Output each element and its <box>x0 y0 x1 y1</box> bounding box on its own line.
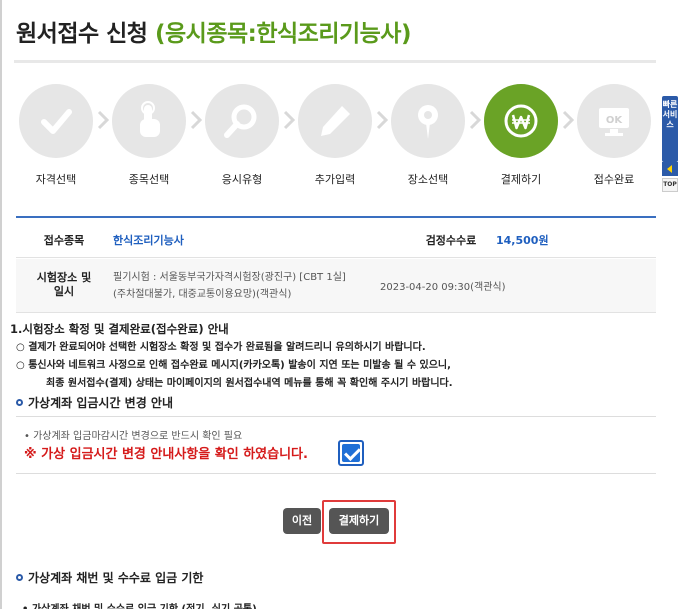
page-title-main: 원서접수 신청 <box>16 21 148 47</box>
notice-box: • 가상계좌 입금마감시간 변경으로 반드시 확인 필요 ※ 가상 입금시간 변… <box>16 416 656 474</box>
section-3-cut-line: • 가상계좌 채번 및 수수료 입금 기한 (전기, 실기 공통) <box>22 600 257 609</box>
place-label: 시험장소 및 일시 <box>30 271 98 299</box>
step-3: 응시유형 <box>202 84 282 187</box>
exam-datetime: 2023-04-20 09:30(객관식) <box>380 282 506 293</box>
chevron-left-icon[interactable] <box>662 162 678 176</box>
section-3-title: 가상계좌 채번 및 수수료 입금 기한 <box>28 571 204 585</box>
place-value-line-2: (주차절대불가, 대중교통이용요망)(객관식) <box>113 289 292 300</box>
section-2-heading: 가상계좌 입금시간 변경 안내 <box>16 394 173 411</box>
section-1-line-1: ○ 결제가 완료되어야 선택한 시험장소 확정 및 접수가 완료됨을 알려드리니… <box>16 342 426 353</box>
bullet-circle-icon <box>16 574 23 581</box>
page-title-subject: (응시종목:한식조리기능사) <box>154 21 411 47</box>
step-arrow-icon <box>562 110 575 130</box>
step-arrow-icon <box>190 110 203 130</box>
check-icon <box>41 109 72 134</box>
step-4-label: 추가입력 <box>314 173 356 186</box>
step-3-label: 응시유형 <box>221 173 263 186</box>
step-6: 결제하기 <box>481 84 561 187</box>
pay-button[interactable]: 결제하기 <box>329 508 389 534</box>
section-3-heading: 가상계좌 채번 및 수수료 입금 기한 <box>16 569 203 586</box>
step-7-label: 접수완료 <box>593 173 635 186</box>
page-frame: 원서접수 신청 (응시종목:한식조리기능사) 자격선택 종목선택 응시유형 추가… <box>0 0 700 609</box>
section-1-title: 1.시험장소 확정 및 결제완료(접수완료) 안내 <box>10 322 229 336</box>
step-arrow-icon <box>469 110 482 130</box>
step-6-label: 결제하기 <box>500 173 542 186</box>
location-pin-icon <box>418 105 438 139</box>
step-2-circle <box>112 84 186 158</box>
subject-value: 한식조리기능사 <box>113 234 184 247</box>
place-label-line-1: 시험장소 및 <box>36 271 92 284</box>
svg-text:OK: OK <box>606 115 624 126</box>
step-4-circle <box>298 84 372 158</box>
quick-service-tab[interactable]: 빠른서비스 <box>662 96 678 162</box>
place-label-line-2: 일시 <box>53 285 75 298</box>
won-coin-icon <box>504 104 538 138</box>
step-4: 추가입력 <box>295 84 375 187</box>
step-5: 장소선택 <box>388 84 468 187</box>
step-3-circle <box>205 84 279 158</box>
place-value: 필기시험 : 서울동부국가자격시험장(광진구) [CBT 1실] (주차절대불가… <box>113 269 346 303</box>
ok-monitor-icon: OK <box>599 108 629 136</box>
step-arrow-icon <box>283 110 296 130</box>
subject-label: 접수종목 <box>43 234 85 247</box>
section-1-line-2: ○ 통신사와 네트워크 사정으로 인해 접수완료 메시지(카카오톡) 발송이 지… <box>16 360 451 371</box>
pencil-icon <box>321 106 350 136</box>
notice-text: • 가상계좌 입금마감시간 변경으로 반드시 확인 필요 <box>24 431 243 442</box>
bullet-circle-icon <box>16 399 23 406</box>
section-2-title: 가상계좌 입금시간 변경 안내 <box>28 396 174 410</box>
step-7: OK 접수완료 <box>574 84 654 187</box>
section-1-line-3: 최종 원서접수(결제) 상태는 마이페이지의 원서접수내역 메뉴를 통해 꼭 확… <box>46 378 453 389</box>
step-1-label: 자격선택 <box>35 173 77 186</box>
scroll-top-button[interactable]: TOP <box>662 178 678 192</box>
step-6-circle <box>484 84 558 158</box>
step-arrow-icon <box>376 110 389 130</box>
quick-service-label: 빠른서비스 <box>662 100 678 129</box>
fee-label: 검정수수료 <box>425 234 477 247</box>
title-divider <box>14 60 656 63</box>
prev-button[interactable]: 이전 <box>283 508 321 534</box>
confirm-checkbox[interactable] <box>338 440 364 466</box>
magnifier-icon <box>224 104 257 138</box>
step-arrow-icon <box>97 110 110 130</box>
step-2: 종목선택 <box>109 84 189 187</box>
step-1-circle <box>19 84 93 158</box>
step-1: 자격선택 <box>16 84 96 187</box>
fee-value: 14,500원 <box>496 234 549 247</box>
page-title: 원서접수 신청 (응시종목:한식조리기능사) <box>16 14 411 48</box>
step-5-label: 장소선택 <box>407 173 449 186</box>
info-row-subject: 접수종목 한식조리기능사 검정수수료 14,500원 <box>16 218 656 258</box>
step-5-circle <box>391 84 465 158</box>
place-value-line-1: 필기시험 : 서울동부국가자격시험장(광진구) [CBT 1실] <box>113 272 346 283</box>
info-row-place: 시험장소 및 일시 필기시험 : 서울동부국가자격시험장(광진구) [CBT 1… <box>16 259 656 313</box>
confirm-text: ※ 가상 입금시간 변경 안내사항을 확인 하였습니다. <box>24 447 308 462</box>
progress-steps: 자격선택 종목선택 응시유형 추가입력 장소선택 결제하기 OK 접수완료 <box>16 84 656 187</box>
pointer-hand-icon <box>140 101 160 137</box>
step-7-circle: OK <box>577 84 651 158</box>
step-2-label: 종목선택 <box>128 173 170 186</box>
